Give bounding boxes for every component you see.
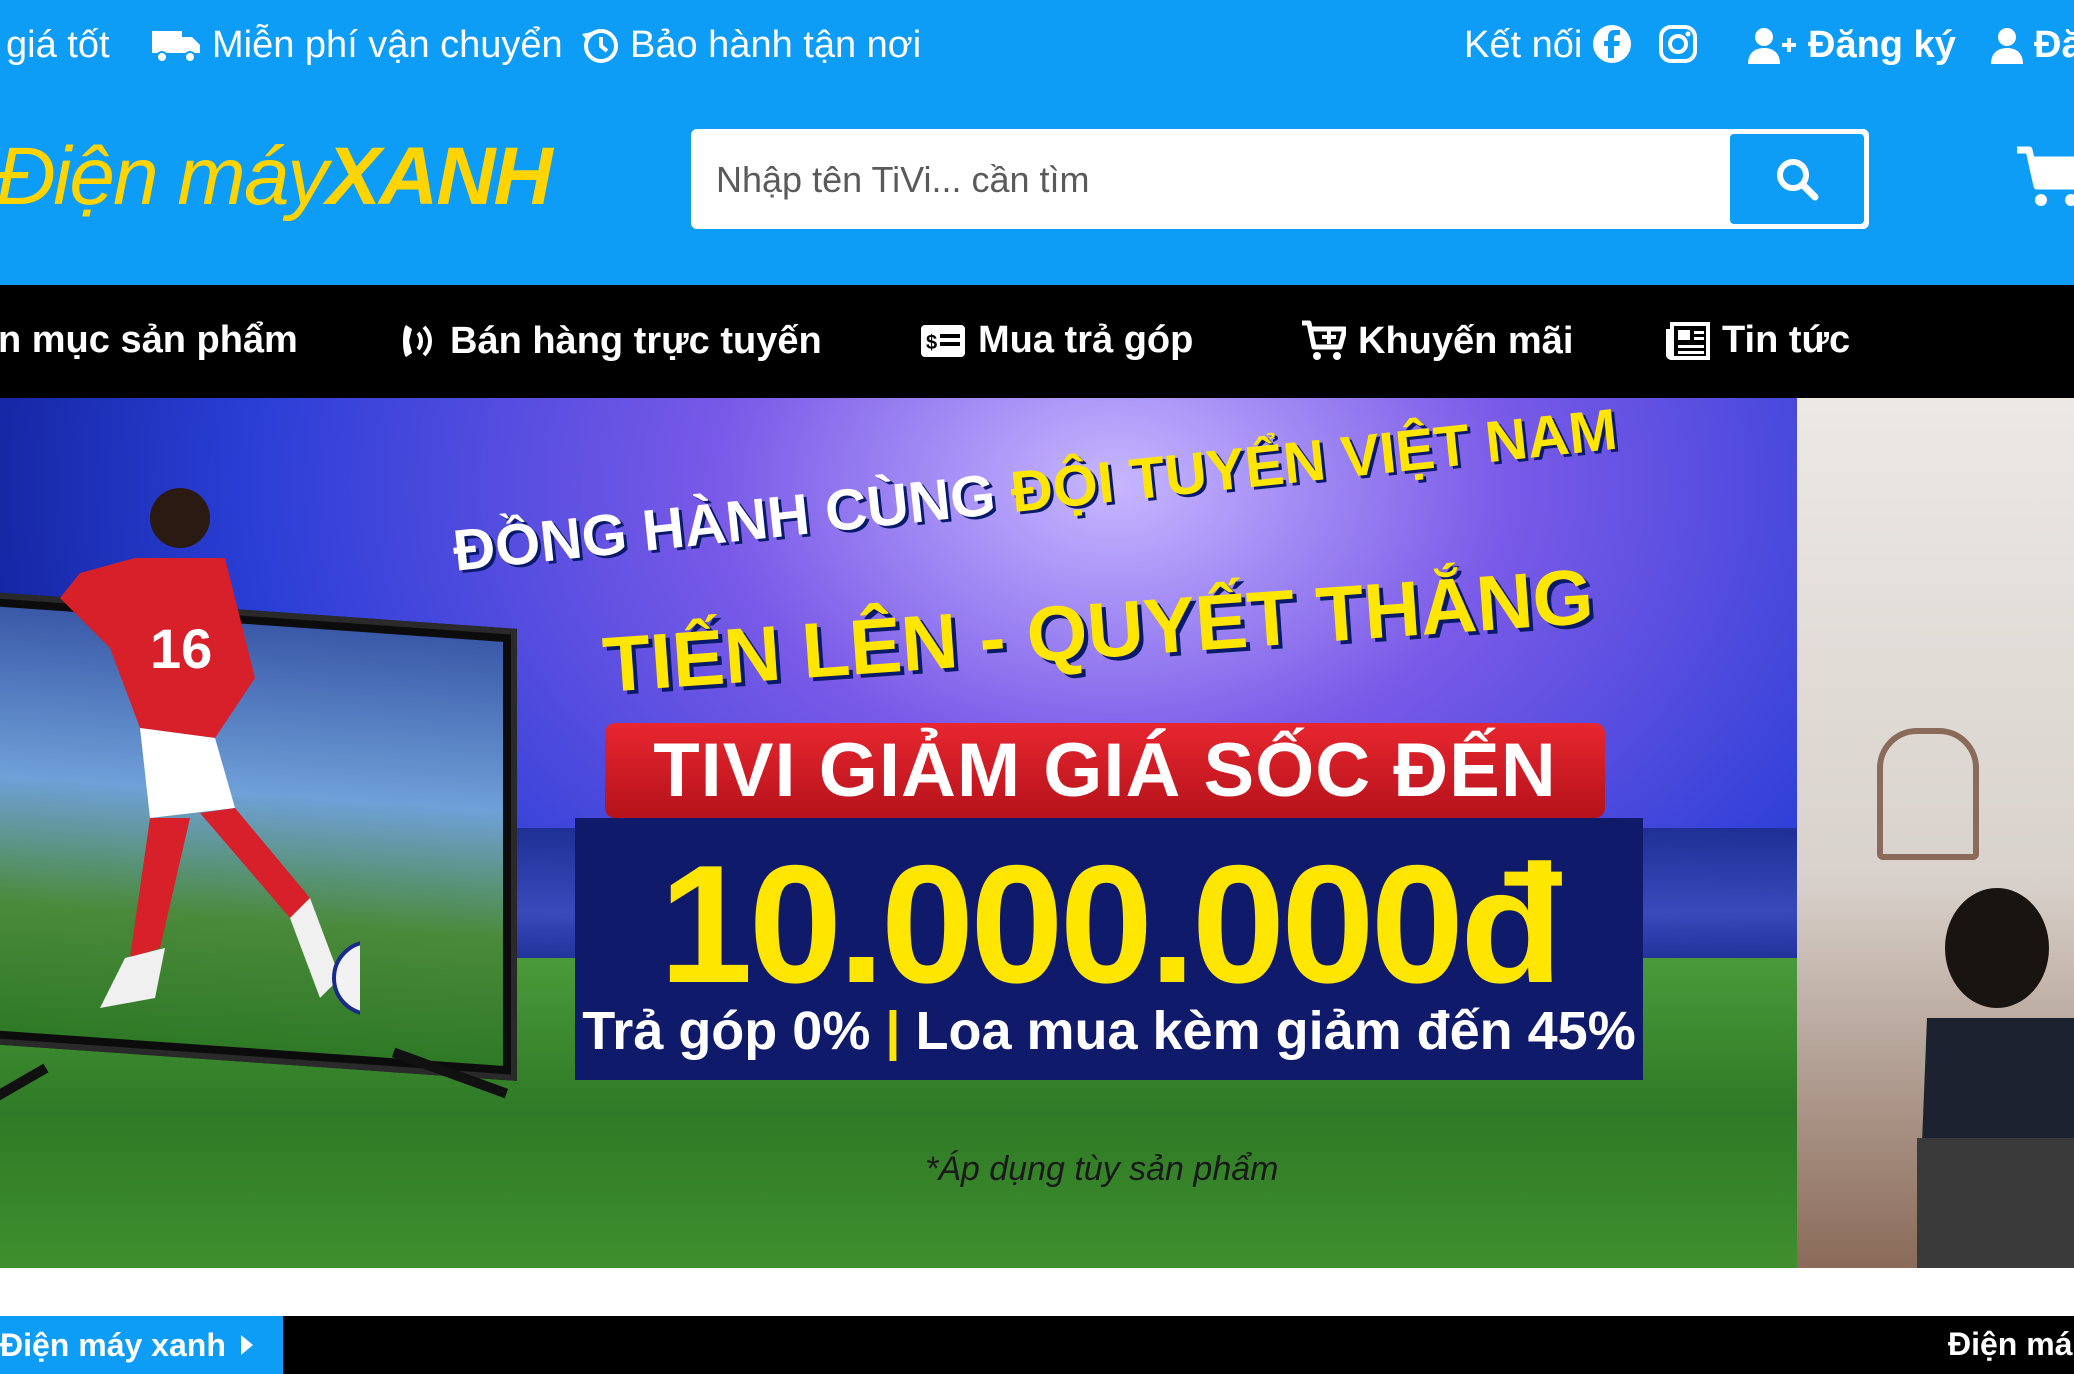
nav-item-installment-label: Mua trả góp <box>978 319 1194 361</box>
facebook-icon <box>1593 25 1631 63</box>
nav-item-promotions-label: Khuyến mãi <box>1358 319 1574 362</box>
price-box: 10.000.000đ Trả góp 0% | Loa mua kèm giả… <box>575 818 1643 1080</box>
banner-ribbon-text: TIVI GIẢM GIÁ SỐC ĐẾN <box>653 728 1557 813</box>
top-bar: giá tốt Miễn phí vận chuyển Bảo hành tận… <box>0 0 2074 95</box>
banner-subline: Trả góp 0% | Loa mua kèm giảm đến 45% <box>575 1000 1643 1062</box>
chair-image <box>1877 728 1979 860</box>
banner-installment: Trả góp 0% <box>582 1001 871 1061</box>
bottom-right-label: Điện má <box>1948 1326 2073 1362</box>
login-label: Đă <box>2034 24 2074 66</box>
banner-price: 10.000.000đ <box>659 830 1562 1018</box>
main-nav: n mục sản phẩm Bán hàng trực tuyến $ Mua… <box>0 285 2074 398</box>
facebook-link[interactable] <box>1592 24 1642 64</box>
banner-ribbon: TIVI GIẢM GIÁ SỐC ĐẾN <box>605 723 1605 818</box>
nav-item-news[interactable]: Tin tức <box>1666 319 1850 362</box>
nav-item-online-sales[interactable]: Bán hàng trực tuyến <box>394 319 822 363</box>
newspaper-icon <box>1666 321 1710 360</box>
logo-text-bold: XANH <box>326 131 552 222</box>
bottom-tab-dienmayxanh[interactable]: Điện máy xanh <box>0 1316 283 1374</box>
search-box <box>691 129 1869 229</box>
site-logo[interactable]: Điện máyXANH <box>0 130 553 224</box>
banner-speaker-offer: Loa mua kèm giảm đến 45% <box>915 1001 1636 1061</box>
truck-icon <box>152 30 200 63</box>
phone-ringing-icon <box>403 325 432 357</box>
nav-item-promotions[interactable]: Khuyến mãi <box>1300 319 1573 363</box>
promo-best-price-label: giá tốt <box>6 24 110 66</box>
promo-free-shipping-label: Miễn phí vận chuyển <box>212 24 563 66</box>
banner-separator: | <box>885 1001 901 1061</box>
bottom-bar <box>0 1316 2074 1374</box>
instagram-icon <box>1659 25 1697 63</box>
cart-icon <box>2017 146 2074 206</box>
search-button[interactable] <box>1730 134 1864 224</box>
nav-item-categories[interactable]: n mục sản phẩm <box>0 319 298 362</box>
history-icon <box>582 28 618 63</box>
register-label: Đăng ký <box>1808 24 1956 66</box>
banner-headline-white: ĐỒNG HÀNH CÙNG <box>450 460 1015 584</box>
user-icon <box>1991 27 2023 64</box>
search-icon <box>1777 159 1819 201</box>
football-player-image: 16 <box>60 488 360 1015</box>
card-icon: $ <box>921 324 965 357</box>
person-image <box>1917 888 2074 1268</box>
nav-item-categories-label: n mục sản phẩm <box>0 319 298 361</box>
promo-banner[interactable]: 16 ĐỒNG HÀNH CÙNG ĐỘI TUYỂN VIỆT NAM TIẾ… <box>0 398 1797 1268</box>
promo-best-price[interactable]: giá tốt <box>6 24 110 67</box>
promo-free-shipping[interactable]: Miễn phí vận chuyển <box>152 24 563 67</box>
cart-button[interactable] <box>2015 142 2074 217</box>
banner-note: *Áp dụng tùy sản phẩm <box>925 1150 1279 1188</box>
side-banner[interactable] <box>1797 398 2074 1268</box>
svg-text:$: $ <box>926 332 937 354</box>
svg-text:16: 16 <box>150 617 212 680</box>
bottom-tab-label: Điện máy xanh <box>0 1326 226 1363</box>
instagram-link[interactable] <box>1658 24 1708 64</box>
login-link[interactable]: Đă <box>1990 24 2074 67</box>
social-connect-label: Kết nối <box>1464 24 1583 66</box>
nav-item-news-label: Tin tức <box>1722 319 1851 361</box>
promo-warranty-label: Bảo hành tận nơi <box>630 24 922 66</box>
search-input[interactable] <box>714 132 1718 228</box>
cart-plus-icon <box>1302 320 1346 360</box>
nav-item-online-sales-label: Bán hàng trực tuyến <box>450 319 822 362</box>
nav-item-installment[interactable]: $ Mua trả góp <box>920 319 1193 362</box>
user-plus-icon <box>1748 27 1796 64</box>
banner-headline-yellow: ĐỘI TUYỂN VIỆT NAM <box>1007 398 1621 526</box>
register-link[interactable]: Đăng ký <box>1748 24 1956 67</box>
banner-slogan: TIẾN LÊN - QUYẾT THẮNG <box>600 551 1597 709</box>
social-connect: Kết nối <box>1464 24 1582 67</box>
banner-headline: ĐỒNG HÀNH CÙNG ĐỘI TUYỂN VIỆT NAM <box>450 398 1797 585</box>
caret-right-icon <box>240 1335 253 1355</box>
promo-warranty[interactable]: Bảo hành tận nơi <box>580 24 921 67</box>
logo-text: Điện máy <box>0 131 328 222</box>
